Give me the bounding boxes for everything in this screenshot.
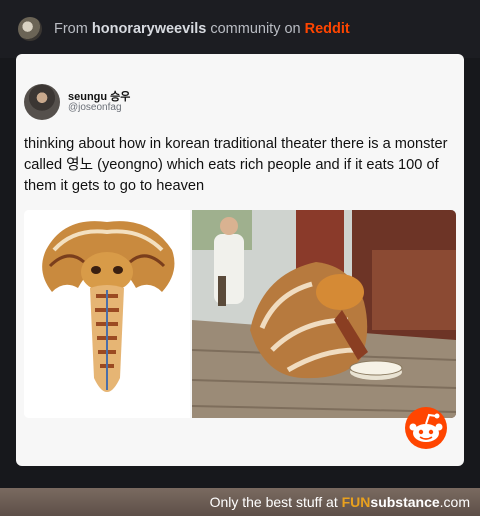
user-handle[interactable]: @joseonfag [68,102,122,113]
watermark-banner: Only the best stuff at FUNsubstance.com [0,488,480,516]
watermark-text[interactable]: Only the best stuff at FUNsubstance.com [210,494,470,510]
reddit-snoo-icon [405,407,447,449]
watermark-substance: substance [370,494,440,510]
mask-photo[interactable] [24,210,190,418]
community-link[interactable]: honoraryweevils [92,21,206,37]
tweet-card: seungu 승우 @joseonfag thinking about how … [16,54,464,466]
performance-photo[interactable] [192,210,456,418]
community-avatar-icon[interactable] [18,17,42,41]
watermark-domain: .com [439,494,470,510]
source-prefix: From [54,21,88,37]
watermark-fun: FUN [341,494,371,510]
tweet-text: thinking about how in korean traditional… [24,136,448,194]
source-bar: From honoraryweevils community on Reddit [0,0,480,58]
source-middle: community on [210,21,301,37]
source-line: From honoraryweevils community on Reddit [54,21,350,37]
watermark-prefix: Only the best stuff at [209,494,338,510]
user-avatar[interactable] [24,84,60,120]
reddit-link[interactable]: Reddit [305,21,350,37]
